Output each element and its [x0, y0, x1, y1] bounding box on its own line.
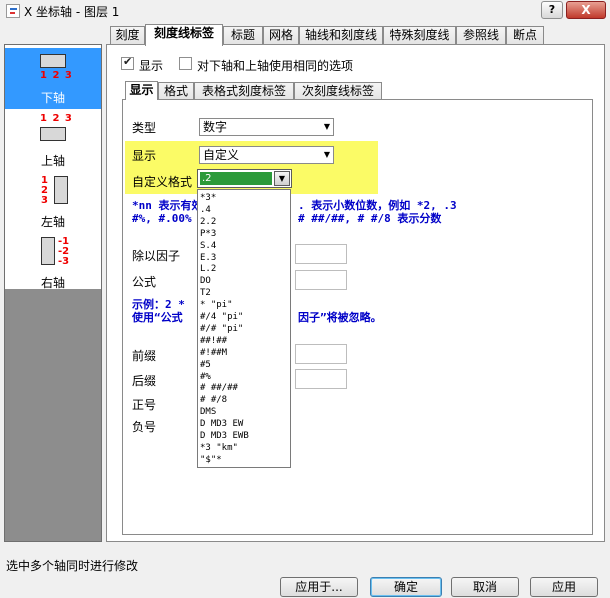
axis-item-top[interactable]: 1 2 3 上轴: [5, 109, 101, 170]
tab-tick-labels[interactable]: 刻度线标签: [145, 24, 223, 46]
formula-label: 公式: [132, 275, 157, 289]
custom-format-value: .2: [200, 172, 272, 185]
axis-label-right: 右轴: [40, 276, 65, 290]
dropdown-option[interactable]: #/4 "pi": [200, 312, 243, 323]
dropdown-option[interactable]: D MD3 EWB: [200, 431, 249, 442]
tab-scale[interactable]: 刻度: [110, 26, 145, 45]
custom-format-label: 自定义格式: [132, 175, 193, 189]
example-line-2: 使用“公式: [132, 311, 183, 324]
dropdown-option[interactable]: P*3: [200, 229, 216, 240]
divide-by-input[interactable]: [295, 244, 347, 264]
chevron-down-icon: ▼: [323, 150, 330, 159]
suffix-label: 后缀: [132, 374, 157, 388]
same-options-checkbox[interactable]: [179, 57, 192, 70]
minus-sign-label: 负号: [132, 420, 157, 434]
dropdown-option[interactable]: *3*: [200, 193, 216, 204]
display-panel: 类型 数字 ▼ 显示 自定义 ▼ 自定义格式 *nn 表示有效 . 表示小数位数…: [122, 99, 593, 535]
hint-line-1: *nn 表示有效: [132, 199, 203, 212]
type-select[interactable]: 数字 ▼: [199, 118, 334, 136]
divide-by-label: 除以因子: [132, 249, 181, 263]
tab-breaks[interactable]: 断点: [506, 26, 544, 45]
window-title: X 坐标轴 - 图层 1: [24, 5, 120, 19]
dropdown-option[interactable]: T2: [200, 288, 211, 299]
same-options-label: 对下轴和上轴使用相同的选项: [197, 59, 354, 73]
tab-grid[interactable]: 网格: [263, 26, 299, 45]
type-label: 类型: [132, 121, 157, 135]
top-axis-icon: [40, 127, 66, 141]
right-axis-icon: [41, 237, 55, 265]
apply-button[interactable]: 应用: [530, 577, 598, 597]
tab-special-ticks[interactable]: 特殊刻度线: [383, 26, 456, 45]
app-icon: [6, 4, 20, 18]
prefix-input[interactable]: [295, 344, 347, 364]
display-label: 显示: [132, 149, 157, 163]
axis-selector-panel: 1 2 3 下轴 1 2 3 上轴 1 2 3 左轴 -1 -2 -3 右轴: [4, 44, 102, 542]
hint-line-1b: . 表示小数位数，例如 *2, .3: [298, 199, 457, 212]
bottom-axis-ticks: 1 2 3: [40, 70, 73, 81]
dropdown-option[interactable]: 2.2: [200, 217, 216, 228]
tab-table-tick-labels[interactable]: 表格式刻度标签: [194, 82, 294, 100]
hint-line-2b: # ##/##, # #/8 表示分数: [298, 212, 442, 225]
dropdown-option[interactable]: D MD3 EW: [200, 419, 243, 430]
dropdown-option[interactable]: E.3: [200, 253, 216, 264]
example-line-1: 示例：2 *: [132, 298, 185, 311]
axis-label-left: 左轴: [40, 215, 65, 229]
plus-sign-label: 正号: [132, 398, 157, 412]
dropdown-option[interactable]: DO: [200, 276, 211, 287]
tab-format[interactable]: 格式: [158, 82, 194, 100]
right-axis-tick-3: -3: [58, 256, 70, 267]
dropdown-option[interactable]: * "pi": [200, 300, 233, 311]
custom-format-dropdown: *3* .4 2.2 P*3 S.4 E.3 L.2 DO T2 * "pi" #/4 "pi" #/…: [197, 189, 291, 468]
axis-list: 1 2 3 下轴 1 2 3 上轴 1 2 3 左轴 -1 -2 -3 右轴: [5, 45, 101, 292]
type-select-value: 数字: [203, 120, 228, 134]
bottom-axis-icon: [40, 54, 66, 68]
tab-title[interactable]: 标题: [223, 26, 263, 45]
axis-item-bottom[interactable]: 1 2 3 下轴: [5, 48, 101, 109]
dropdown-option[interactable]: S.4: [200, 241, 216, 252]
left-axis-tick-3: 3: [41, 195, 48, 206]
dropdown-option[interactable]: *3 "km": [200, 443, 238, 454]
formula-input[interactable]: [295, 270, 347, 290]
dropdown-option[interactable]: "$"*: [200, 455, 222, 466]
dropdown-option[interactable]: # #/8: [200, 395, 227, 406]
dropdown-option[interactable]: L.2: [200, 264, 216, 275]
display-select[interactable]: 自定义 ▼: [199, 146, 334, 164]
chevron-down-icon: ▼: [323, 122, 330, 131]
tab-display[interactable]: 显示: [125, 81, 158, 100]
axis-label-bottom: 下轴: [40, 91, 65, 105]
close-button[interactable]: X: [566, 1, 606, 19]
ok-button[interactable]: 确定: [370, 577, 442, 597]
show-checkbox-label: 显示: [139, 59, 164, 73]
axis-item-left[interactable]: 1 2 3 左轴: [5, 170, 101, 231]
top-axis-ticks: 1 2 3: [40, 113, 73, 124]
dropdown-option[interactable]: #/# "pi": [200, 324, 243, 335]
help-button[interactable]: ?: [541, 1, 563, 19]
dropdown-option[interactable]: ##!##: [200, 336, 227, 347]
axis-label-top: 上轴: [40, 154, 65, 168]
title-bar: X 坐标轴 - 图层 1 ? X: [0, 0, 610, 22]
dropdown-option[interactable]: # ##/##: [200, 383, 238, 394]
tab-line-and-ticks[interactable]: 轴线和刻度线: [299, 26, 383, 45]
left-axis-icon: [54, 176, 68, 204]
tab-minor-tick-labels[interactable]: 次刻度线标签: [294, 82, 382, 100]
dropdown-option[interactable]: .4: [200, 205, 211, 216]
tick-labels-panel: 显示 对下轴和上轴使用相同的选项 显示 格式 表格式刻度标签 次刻度线标签 类型…: [106, 44, 605, 542]
dropdown-option[interactable]: #%: [200, 372, 211, 383]
display-select-value: 自定义: [203, 148, 240, 162]
suffix-input[interactable]: [295, 369, 347, 389]
status-text: 选中多个轴同时进行修改: [6, 559, 139, 573]
example-line-2b: 因子”将被忽略。: [298, 311, 382, 324]
dropdown-option[interactable]: DMS: [200, 407, 216, 418]
axis-item-right[interactable]: -1 -2 -3 右轴: [5, 231, 101, 292]
cancel-button[interactable]: 取消: [451, 577, 519, 597]
show-checkbox[interactable]: [121, 55, 134, 70]
tab-reference-lines[interactable]: 参照线: [456, 26, 506, 45]
apply-to-button[interactable]: 应用于...: [280, 577, 358, 597]
chevron-down-icon[interactable]: ▼: [274, 171, 290, 186]
dropdown-option[interactable]: #5: [200, 360, 211, 371]
prefix-label: 前缀: [132, 349, 157, 363]
dropdown-option[interactable]: #!##M: [200, 348, 227, 359]
custom-format-select[interactable]: .2 ▼: [197, 169, 292, 188]
hint-line-2: #%, #.00%: [132, 212, 192, 225]
